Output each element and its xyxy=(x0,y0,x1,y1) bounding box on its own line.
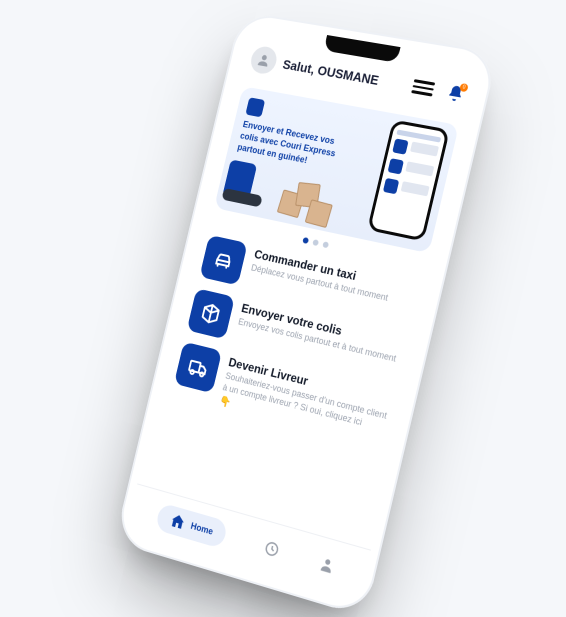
notifications-button[interactable]: 0 xyxy=(445,83,467,104)
carousel-dot[interactable] xyxy=(312,239,319,246)
greeting-text: Salut, OUSMANE xyxy=(281,56,407,92)
menu-icon xyxy=(414,79,435,85)
package-icon xyxy=(187,288,235,339)
brand-logo xyxy=(245,97,265,117)
courier-illustration xyxy=(221,159,270,211)
avatar[interactable] xyxy=(248,45,279,76)
car-icon xyxy=(199,235,247,286)
home-icon xyxy=(168,510,188,532)
nav-home[interactable]: Home xyxy=(155,502,229,549)
app-screen: Salut, OUSMANE 0 Envoyer et Recevez vos … xyxy=(125,22,486,604)
phone-frame: Salut, OUSMANE 0 Envoyer et Recevez vos … xyxy=(114,11,498,617)
carousel-dot-active[interactable] xyxy=(302,237,309,244)
notification-badge: 0 xyxy=(459,83,469,92)
carousel-dot[interactable] xyxy=(322,241,329,248)
user-icon xyxy=(255,51,273,69)
phone-mockup-illustration xyxy=(367,119,450,241)
nav-profile[interactable] xyxy=(317,553,338,576)
nav-home-label: Home xyxy=(190,520,214,536)
nav-history[interactable] xyxy=(261,537,282,560)
menu-button[interactable] xyxy=(410,75,436,100)
boxes-illustration xyxy=(277,190,348,227)
delivery-icon xyxy=(174,342,222,394)
point-down-icon: 👇 xyxy=(218,396,231,409)
clock-icon xyxy=(261,537,282,560)
user-icon xyxy=(317,553,338,576)
